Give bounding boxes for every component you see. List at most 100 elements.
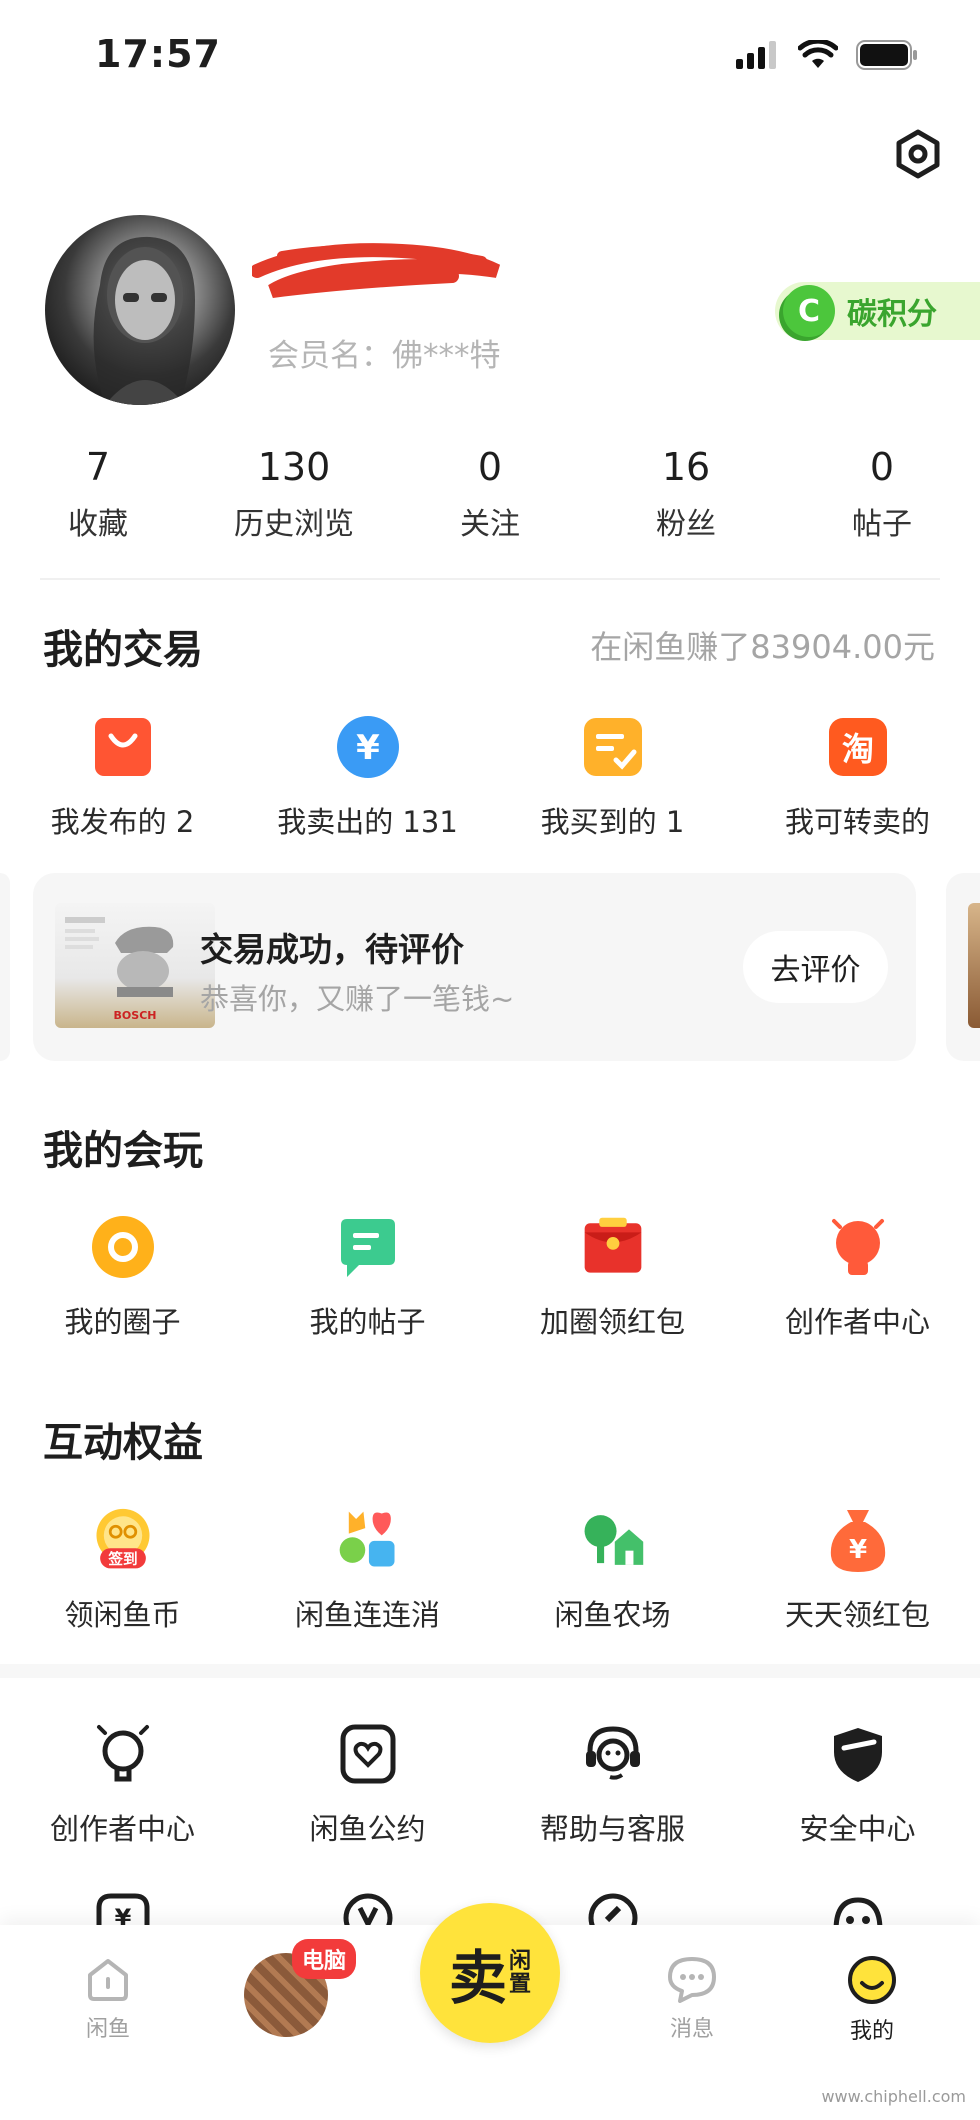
play-my-posts[interactable]: 我的帖子: [245, 1215, 490, 1341]
smiley-face-icon: [848, 1956, 896, 2004]
watermark: www.chiphell.com: [821, 2087, 966, 2106]
carbon-points-badge[interactable]: C 碳积分: [775, 282, 980, 340]
message-bubble-icon: [668, 1957, 716, 2003]
play-join-circle-redpacket[interactable]: 加圈领红包: [490, 1215, 735, 1341]
play-creator-center-label: 创作者中心: [784, 1305, 930, 1339]
nav-home-label: 闲鱼: [85, 2017, 130, 2042]
match-game-icon: [336, 1508, 400, 1572]
carbon-c-icon: C: [783, 285, 835, 337]
benefits-section-title: 互动权益: [43, 1420, 203, 1466]
sell-side-label: 闲 置: [509, 1950, 531, 1996]
nav-messages[interactable]: 消息: [632, 1955, 752, 2043]
benefit-match-game[interactable]: 闲鱼连连消: [245, 1508, 490, 1634]
checkin-coin-icon: 签到: [91, 1508, 155, 1572]
play-my-circle-label: 我的圈子: [64, 1305, 181, 1339]
play-my-circle[interactable]: 我的圈子: [0, 1215, 245, 1341]
lightbulb-icon: [826, 1215, 890, 1279]
next-card-thumbnail: [968, 903, 980, 1028]
bottom-nav: 闲鱼 电脑 卖 闲 置 消息 我的 www.chiphell.com: [0, 1903, 980, 2120]
trade-bought-label: 我买到的 1: [540, 805, 685, 839]
red-envelope-icon: [581, 1215, 645, 1279]
service-security-label: 安全中心: [799, 1812, 916, 1846]
product-brand: BOSCH: [114, 1009, 157, 1022]
stat-value: 0: [869, 445, 895, 489]
taobao-icon: 淘: [826, 715, 890, 779]
circle-icon: [91, 1215, 155, 1279]
review-subtitle: 恭喜你，又赚了一笔钱~: [200, 982, 515, 1016]
service-convention-label: 闲鱼公约: [309, 1812, 426, 1846]
nav-home[interactable]: 闲鱼: [48, 1955, 168, 2043]
go-review-button[interactable]: 去评价: [743, 931, 888, 1003]
nav-mine-label: 我的: [849, 2019, 894, 2044]
stat-fans[interactable]: 16 粉丝: [588, 445, 784, 543]
signal-icon: [736, 41, 776, 69]
trade-sold[interactable]: ¥ 我卖出的 131: [245, 715, 490, 841]
farm-icon: [581, 1508, 645, 1572]
lightbulb-outline-icon: [91, 1722, 155, 1786]
services-icon-row: 创作者中心 闲鱼公约 帮助与客服 安全中心: [0, 1722, 980, 1848]
trade-published-label: 我发布的 2: [50, 805, 195, 839]
battery-icon: [856, 40, 917, 70]
stat-value: 7: [85, 445, 111, 489]
product-thumbnail: BOSCH: [55, 903, 215, 1028]
benefit-daily-redpacket-label: 天天领红包: [784, 1598, 930, 1632]
card-peek-right[interactable]: [946, 873, 980, 1061]
service-convention[interactable]: 闲鱼公约: [245, 1722, 490, 1848]
sell-side-char-1: 闲: [509, 1948, 532, 1974]
divider: [40, 578, 940, 580]
status-bar: 17:57: [0, 0, 980, 110]
status-time: 17:57: [95, 32, 221, 76]
benefit-match-game-label: 闲鱼连连消: [294, 1598, 440, 1632]
service-help-label: 帮助与客服: [539, 1812, 685, 1846]
trade-sold-label: 我卖出的 131: [277, 805, 458, 839]
pin-icon: [588, 1893, 637, 1930]
service-creator-center[interactable]: 创作者中心: [0, 1722, 245, 1848]
next-row-icon[interactable]: [735, 1890, 980, 1930]
order-check-icon: [581, 715, 645, 779]
benefits-icon-row: 签到 领闲鱼币 闲鱼连连消 闲鱼农场 ¥ 天天领红包: [0, 1508, 980, 1634]
benefit-daily-redpacket[interactable]: ¥ 天天领红包: [735, 1508, 980, 1634]
settings-hexagon-icon: [896, 129, 940, 179]
stat-label: 粉丝: [656, 507, 716, 542]
play-join-circle-redpacket-label: 加圈领红包: [539, 1305, 685, 1339]
post-icon: [336, 1215, 400, 1279]
trade-resellable[interactable]: 淘 我可转卖的: [735, 715, 980, 841]
svg-text:¥: ¥: [356, 728, 380, 768]
settings-button[interactable]: [890, 126, 946, 182]
service-creator-center-label: 创作者中心: [49, 1812, 195, 1846]
stat-favorites[interactable]: 7 收藏: [0, 445, 196, 543]
username-redacted-scribble: [252, 243, 501, 298]
stat-label: 帖子: [852, 507, 912, 542]
card-peek-left: [0, 873, 10, 1061]
money-bag-glyph: ¥: [848, 1535, 866, 1565]
trade-published[interactable]: 我发布的 2: [0, 715, 245, 841]
stat-label: 关注: [460, 507, 520, 542]
trade-icon-row: 我发布的 2 ¥ 我卖出的 131 我买到的 1 淘 我可转卖的: [0, 715, 980, 841]
yuan-coin-icon: ¥: [336, 715, 400, 779]
sell-main-label: 卖: [448, 1944, 507, 2012]
avatar[interactable]: [45, 215, 235, 405]
review-card[interactable]: BOSCH 交易成功，待评价 恭喜你，又赚了一笔钱~ 去评价: [33, 873, 916, 1061]
stat-value: 130: [257, 445, 331, 489]
trade-section-title: 我的交易: [43, 627, 203, 673]
section-separator: [0, 1664, 980, 1678]
benefit-farm[interactable]: 闲鱼农场: [490, 1508, 735, 1634]
checkin-badge: 签到: [107, 1550, 137, 1568]
svg-text:淘: 淘: [841, 730, 873, 768]
play-creator-center[interactable]: 创作者中心: [735, 1215, 980, 1341]
wifi-icon: [798, 40, 838, 68]
benefit-checkin-coin[interactable]: 签到 领闲鱼币: [0, 1508, 245, 1634]
sell-button[interactable]: 卖 闲 置: [420, 1903, 560, 2043]
pc-category-badge: 电脑: [292, 1939, 357, 1979]
nav-messages-label: 消息: [669, 2017, 714, 2042]
nav-mine[interactable]: 我的: [812, 1955, 932, 2045]
stat-following[interactable]: 0 关注: [392, 445, 588, 543]
service-help[interactable]: 帮助与客服: [490, 1722, 735, 1848]
earned-amount[interactable]: 在闲鱼赚了83904.00元: [590, 622, 935, 668]
stat-posts[interactable]: 0 帖子: [784, 445, 980, 543]
next-row-icon[interactable]: ¥: [0, 1890, 245, 1930]
trade-bought[interactable]: 我买到的 1: [490, 715, 735, 841]
service-security[interactable]: 安全中心: [735, 1722, 980, 1848]
stat-history[interactable]: 130 历史浏览: [196, 445, 392, 543]
stat-value: 0: [477, 445, 503, 489]
